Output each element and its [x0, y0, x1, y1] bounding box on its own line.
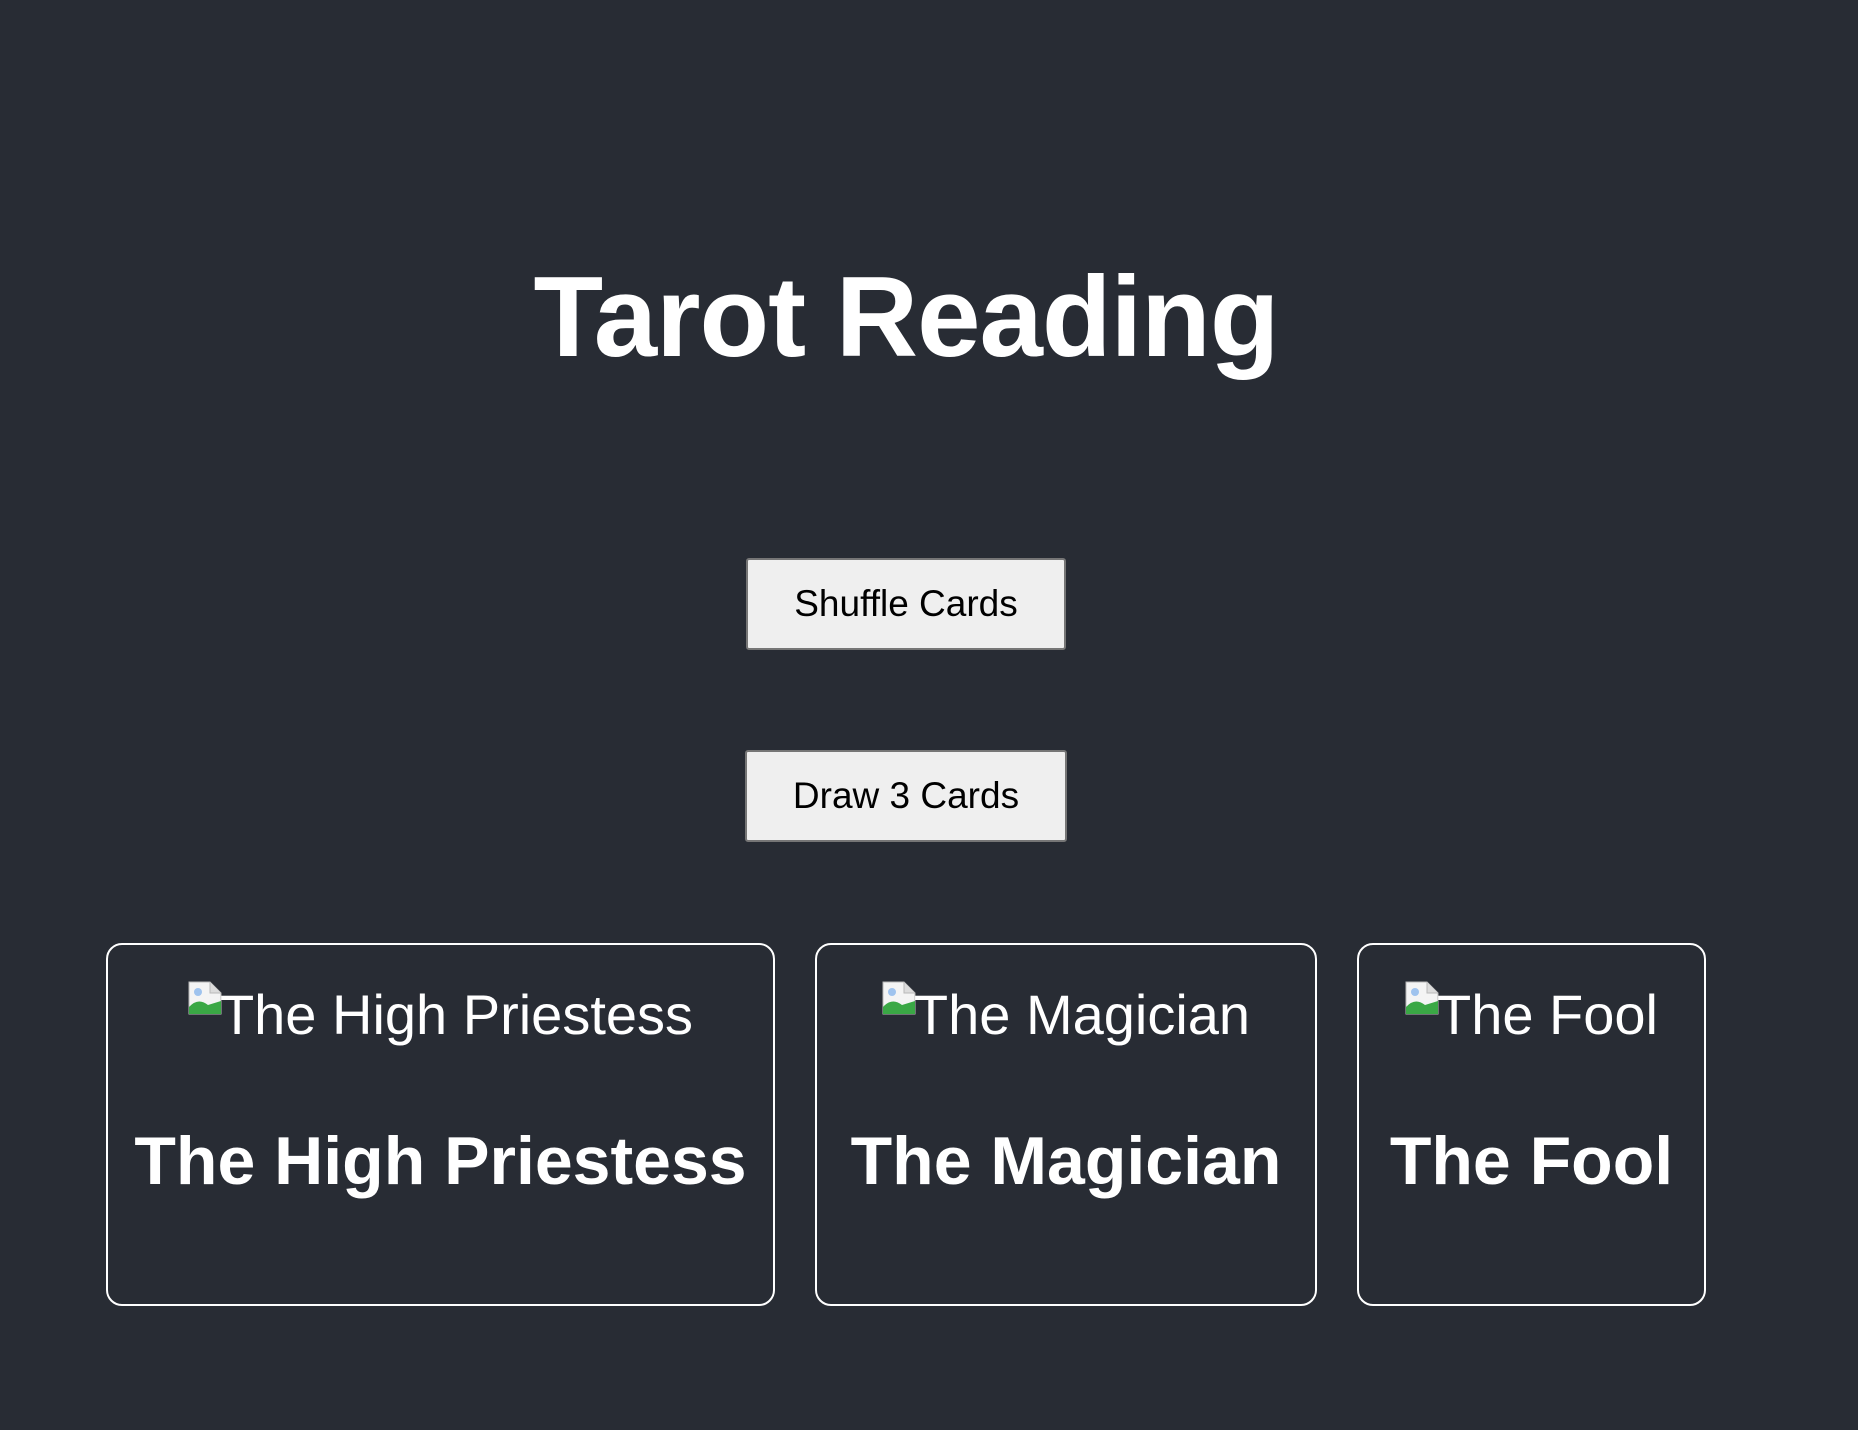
broken-image-icon — [188, 981, 222, 1015]
card-image: The Magician — [817, 981, 1315, 1049]
page-title: Tarot Reading — [533, 254, 1280, 381]
draw-cards-button[interactable]: Draw 3 Cards — [745, 750, 1067, 842]
broken-image-icon — [1405, 981, 1439, 1015]
card-image: The High Priestess — [108, 981, 773, 1049]
tarot-card: The Magician The Magician — [815, 943, 1317, 1306]
shuffle-cards-button[interactable]: Shuffle Cards — [746, 558, 1066, 650]
app: Tarot Reading Shuffle Cards Draw 3 Cards… — [0, 0, 1858, 1430]
card-image: The Fool — [1359, 981, 1704, 1049]
card-image-alt: The Magician — [913, 983, 1251, 1046]
card-name: The Fool — [1389, 1123, 1674, 1199]
tarot-card: The High Priestess The High Priestess — [106, 943, 775, 1306]
card-image-alt: The High Priestess — [219, 983, 694, 1046]
card-name: The High Priestess — [134, 1123, 747, 1199]
card-image-alt: The Fool — [1437, 983, 1658, 1046]
tarot-card: The Fool The Fool — [1357, 943, 1706, 1306]
card-name: The Magician — [850, 1123, 1282, 1199]
broken-image-icon — [882, 981, 916, 1015]
